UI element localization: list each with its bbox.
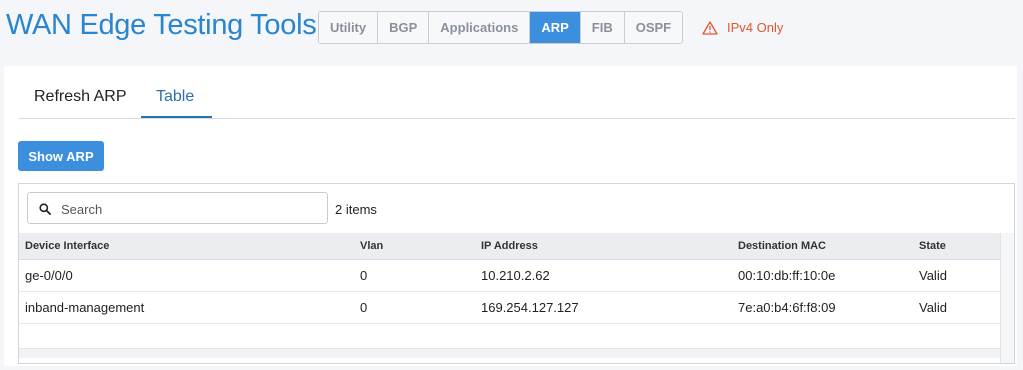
cell-state: Valid: [919, 268, 947, 283]
cell-vlan: 0: [360, 268, 368, 283]
table-row[interactable]: ge-0/0/0 0 10.210.2.62 00:10:db:ff:10:0e…: [19, 260, 1000, 292]
subtab-bar: Refresh ARP Table: [18, 66, 1015, 119]
cell-device-interface: inband-management: [25, 300, 145, 315]
table-header: Device Interface Vlan IP Address Destina…: [19, 233, 1000, 260]
item-count: 2 items: [335, 202, 377, 217]
subtab-refresh-arp[interactable]: Refresh ARP: [34, 88, 126, 106]
tab-arp[interactable]: ARP: [530, 12, 581, 43]
tab-bgp[interactable]: BGP: [378, 12, 430, 43]
page-title: WAN Edge Testing Tools: [6, 9, 317, 41]
ipv4-warning: IPv4 Only: [702, 20, 783, 35]
horizontal-scrollbar[interactable]: [19, 348, 1000, 358]
tool-tabs: Utility BGP Applications ARP FIB OSPF: [318, 11, 684, 44]
column-header-vlan[interactable]: Vlan: [360, 240, 383, 252]
column-header-state[interactable]: State: [919, 240, 946, 252]
warning-label: IPv4 Only: [727, 20, 784, 35]
subtab-table[interactable]: Table: [156, 88, 194, 106]
page-header: WAN Edge Testing Tools Utility BGP Appli…: [0, 0, 1023, 62]
search-input[interactable]: [61, 199, 316, 219]
column-header-device-interface[interactable]: Device Interface: [25, 240, 109, 252]
vertical-scrollbar[interactable]: [1000, 233, 1014, 363]
active-subtab-indicator: [141, 116, 212, 118]
cell-destination-mac: 7e:a0:b4:6f:f8:09: [738, 300, 836, 315]
search-field[interactable]: [27, 192, 328, 224]
cell-destination-mac: 00:10:db:ff:10:0e: [738, 268, 836, 283]
show-arp-button[interactable]: Show ARP: [18, 141, 104, 171]
cell-device-interface: ge-0/0/0: [25, 268, 73, 283]
tab-applications[interactable]: Applications: [429, 12, 531, 43]
column-header-destination-mac[interactable]: Destination MAC: [738, 240, 826, 252]
cell-ip-address: 10.210.2.62: [481, 268, 550, 283]
tab-utility[interactable]: Utility: [319, 12, 379, 43]
arp-table-container: 2 items Device Interface Vlan IP Address…: [18, 183, 1015, 364]
cell-ip-address: 169.254.127.127: [481, 300, 579, 315]
arp-panel: Refresh ARP Table Show ARP 2 items Devic…: [4, 66, 1017, 366]
tab-ospf[interactable]: OSPF: [624, 12, 683, 43]
tab-fib[interactable]: FIB: [580, 12, 625, 43]
warning-triangle-icon: [702, 20, 718, 35]
cell-state: Valid: [919, 300, 947, 315]
table-row[interactable]: inband-management 0 169.254.127.127 7e:a…: [19, 292, 1000, 324]
search-icon: [39, 203, 51, 215]
column-header-ip-address[interactable]: IP Address: [481, 240, 538, 252]
cell-vlan: 0: [360, 300, 368, 315]
